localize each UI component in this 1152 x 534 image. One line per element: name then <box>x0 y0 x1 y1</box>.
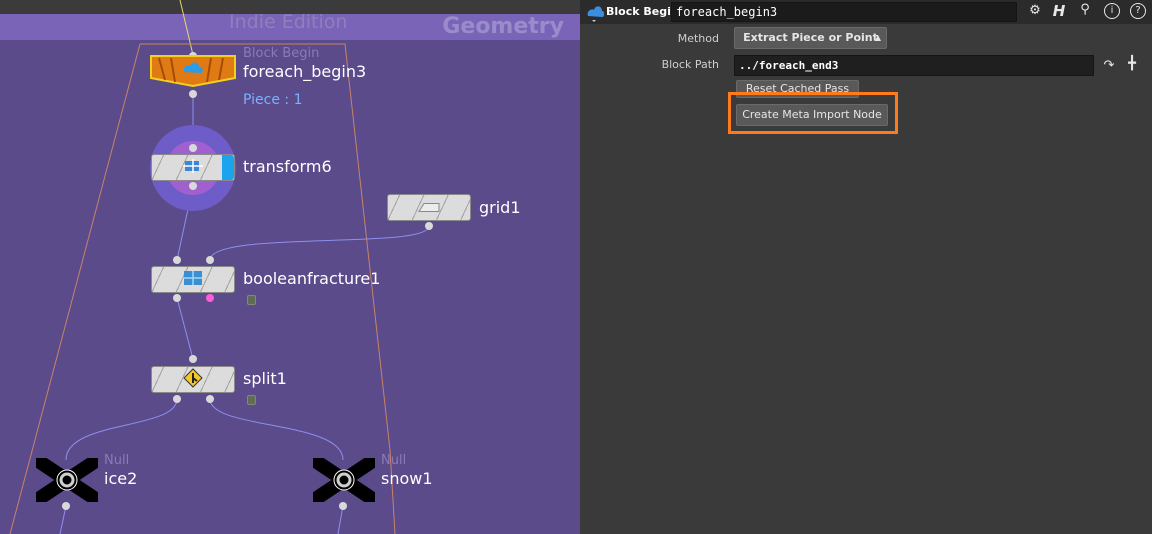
foreach-icon <box>182 59 204 79</box>
output-connector[interactable] <box>206 395 214 403</box>
node-name-field[interactable]: foreach_begin3 <box>671 2 1017 22</box>
node-name-ice[interactable]: ice2 <box>104 469 137 488</box>
input-connector[interactable] <box>189 355 197 363</box>
output-connector-secondary[interactable] <box>206 294 214 302</box>
node-name-split[interactable]: split1 <box>243 369 287 388</box>
node-name-snow[interactable]: snow1 <box>381 469 433 488</box>
node-name-grid[interactable]: grid1 <box>479 198 521 217</box>
wire-snow-out <box>337 505 344 534</box>
method-label: Method <box>677 32 719 45</box>
wire-split-snow <box>209 398 344 461</box>
lock-icon[interactable] <box>247 295 256 305</box>
help-h-icon[interactable]: H <box>1050 2 1068 20</box>
ice-null-node[interactable] <box>33 455 101 505</box>
boolean-fracture-icon <box>182 269 204 291</box>
node-chooser-icon[interactable]: ╋ <box>1122 56 1142 71</box>
input-connector[interactable] <box>173 256 181 264</box>
network-view[interactable]: Indie Edition Geometry Block Begin forea… <box>0 0 580 534</box>
display-flag[interactable] <box>222 155 234 180</box>
method-dropdown[interactable]: Extract Piece or Point ▲ <box>734 27 887 49</box>
wire-split-ice <box>65 398 178 461</box>
output-connector[interactable] <box>189 182 197 190</box>
node-type-label: Block Begin <box>243 46 320 61</box>
node-type-label: Null <box>104 453 130 468</box>
wire-boolean-split <box>176 297 194 360</box>
block-path-field[interactable]: ../foreach_end3 <box>734 55 1094 76</box>
output-connector[interactable] <box>62 502 70 510</box>
parameter-pane: Block Begin foreach_begin3 ⚙ H ⚲ i ? Met… <box>580 0 1152 534</box>
node-type-title: Block Begin <box>606 5 679 18</box>
split-node[interactable] <box>151 366 235 393</box>
null-icon <box>33 455 101 505</box>
node-name-foreach[interactable]: foreach_begin3 <box>243 62 366 81</box>
input-wire <box>179 0 194 56</box>
block-path-label: Block Path <box>661 58 719 71</box>
booleanfracture-node[interactable] <box>151 266 235 293</box>
grid-icon <box>418 198 440 217</box>
updown-icon: ▲ <box>874 33 881 42</box>
input-connector[interactable] <box>206 256 214 264</box>
search-icon[interactable]: ⚲ <box>1076 2 1094 17</box>
output-connector[interactable] <box>173 395 181 403</box>
help-icon[interactable]: ? <box>1130 3 1146 19</box>
grid-node[interactable] <box>387 194 471 221</box>
output-connector[interactable] <box>189 90 197 98</box>
wire-grid-boolean <box>209 225 430 261</box>
foreach-begin-node[interactable] <box>149 54 237 88</box>
output-connector[interactable] <box>339 502 347 510</box>
null-icon <box>310 455 378 505</box>
split-icon <box>183 367 203 392</box>
info-icon[interactable]: i <box>1104 3 1120 19</box>
transform-icon <box>182 158 204 178</box>
snow-null-node[interactable] <box>310 455 378 505</box>
node-name-booleanfracture[interactable]: booleanfracture1 <box>243 269 380 288</box>
method-value: Extract Piece or Point <box>743 31 878 44</box>
lock-icon[interactable] <box>247 395 256 405</box>
jump-to-node-icon[interactable]: ↷ <box>1100 58 1118 73</box>
highlight-box <box>728 92 898 134</box>
node-name-transform[interactable]: transform6 <box>243 157 332 176</box>
input-connector[interactable] <box>189 144 197 152</box>
output-connector[interactable] <box>425 222 433 230</box>
output-connector[interactable] <box>173 294 181 302</box>
block-begin-icon[interactable] <box>586 4 605 26</box>
piece-badge: Piece : 1 <box>243 92 303 108</box>
transform-node[interactable] <box>151 154 235 181</box>
wire-ice-out <box>59 505 67 534</box>
node-type-label: Null <box>381 453 407 468</box>
gear-icon[interactable]: ⚙ <box>1026 3 1044 18</box>
